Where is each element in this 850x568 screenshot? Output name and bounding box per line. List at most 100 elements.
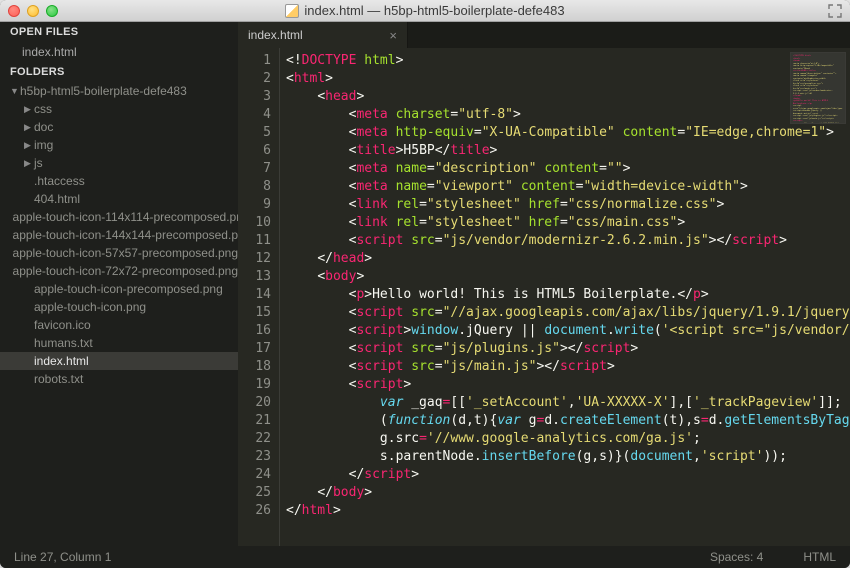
code-line[interactable]: <meta http-equiv="X-UA-Compatible" conte… (286, 124, 850, 142)
line-number[interactable]: 13 (238, 268, 271, 286)
code-line[interactable]: var _gaq=[['_setAccount','UA-XXXXX-X'],[… (286, 394, 850, 412)
fullscreen-icon[interactable] (828, 4, 842, 18)
minimize-icon[interactable] (27, 5, 39, 17)
file-item[interactable]: apple-touch-icon-57x57-precomposed.png (0, 244, 238, 262)
line-number[interactable]: 6 (238, 142, 271, 160)
code-line[interactable]: <script>window.jQuery || document.write(… (286, 322, 850, 340)
file-item[interactable]: apple-touch-icon-72x72-precomposed.png (0, 262, 238, 280)
line-gutter[interactable]: 1234567891011121314151617181920212223242… (238, 48, 280, 546)
maximize-icon[interactable] (46, 5, 58, 17)
file-item[interactable]: apple-touch-icon-114x114-precomposed.png (0, 208, 238, 226)
close-icon[interactable] (8, 5, 20, 17)
tree-item-label: apple-touch-icon-72x72-precomposed.png (13, 264, 238, 278)
minimap[interactable]: <!DOCTYPE html><html> <head> <meta chars… (790, 52, 846, 124)
folder-item[interactable]: ▼h5bp-html5-boilerplate-defe483 (0, 82, 238, 100)
line-number[interactable]: 4 (238, 106, 271, 124)
open-files-header[interactable]: OPEN FILES (0, 22, 238, 42)
code-line[interactable]: <link rel="stylesheet" href="css/normali… (286, 196, 850, 214)
titlebar[interactable]: index.html — h5bp-html5-boilerplate-defe… (0, 0, 850, 22)
line-number[interactable]: 20 (238, 394, 271, 412)
file-item[interactable]: apple-touch-icon-144x144-precomposed.png (0, 226, 238, 244)
tab-index-html[interactable]: index.html × (238, 22, 408, 48)
code-line[interactable]: <head> (286, 88, 850, 106)
code-line[interactable]: </body> (286, 484, 850, 502)
code-line[interactable]: <meta name="description" content=""> (286, 160, 850, 178)
code-line[interactable]: <meta name="viewport" content="width=dev… (286, 178, 850, 196)
open-file-item[interactable]: index.html (0, 42, 238, 62)
indent-status[interactable]: Spaces: 4 (710, 550, 763, 564)
code-line[interactable]: (function(d,t){var g=d.createElement(t),… (286, 412, 850, 430)
tree-item-label: h5bp-html5-boilerplate-defe483 (20, 84, 187, 98)
line-number[interactable]: 2 (238, 70, 271, 88)
line-number[interactable]: 16 (238, 322, 271, 340)
chevron-right-icon: ▶ (24, 158, 34, 169)
code-line[interactable]: <!DOCTYPE html> (286, 52, 850, 70)
code-line[interactable]: <script src="js/main.js"></script> (286, 358, 850, 376)
tab-bar[interactable]: index.html × (238, 22, 850, 48)
window-title: index.html — h5bp-html5-boilerplate-defe… (0, 3, 850, 18)
code-line[interactable]: <script src="//ajax.googleapis.com/ajax/… (286, 304, 850, 322)
line-number[interactable]: 9 (238, 196, 271, 214)
close-icon[interactable]: × (389, 28, 397, 43)
file-item[interactable]: .htaccess (0, 172, 238, 190)
line-number[interactable]: 11 (238, 232, 271, 250)
code-line[interactable]: <script src="js/plugins.js"></script> (286, 340, 850, 358)
line-number[interactable]: 8 (238, 178, 271, 196)
file-item[interactable]: humans.txt (0, 334, 238, 352)
code-line[interactable]: <html> (286, 70, 850, 88)
chevron-right-icon: ▶ (24, 140, 34, 151)
code-line[interactable]: s.parentNode.insertBefore(g,s)}(document… (286, 448, 850, 466)
file-item[interactable]: favicon.ico (0, 316, 238, 334)
line-number[interactable]: 18 (238, 358, 271, 376)
file-item[interactable]: robots.txt (0, 370, 238, 388)
line-number[interactable]: 7 (238, 160, 271, 178)
code-line[interactable]: </html> (286, 502, 850, 520)
line-number[interactable]: 25 (238, 484, 271, 502)
line-number[interactable]: 15 (238, 304, 271, 322)
spacer (24, 356, 34, 366)
code-line[interactable]: <script src="js/vendor/modernizr-2.6.2.m… (286, 232, 850, 250)
chevron-right-icon: ▶ (24, 104, 34, 115)
line-number[interactable]: 10 (238, 214, 271, 232)
spacer (24, 194, 34, 204)
line-number[interactable]: 21 (238, 412, 271, 430)
code-line[interactable]: <p>Hello world! This is HTML5 Boilerplat… (286, 286, 850, 304)
folder-item[interactable]: ▶js (0, 154, 238, 172)
tree-item-label: humans.txt (34, 336, 93, 350)
code-line[interactable]: </script> (286, 466, 850, 484)
code-line[interactable]: </head> (286, 250, 850, 268)
code-line[interactable]: <script> (286, 376, 850, 394)
line-number[interactable]: 12 (238, 250, 271, 268)
line-number[interactable]: 19 (238, 376, 271, 394)
traffic-lights (8, 5, 58, 17)
spacer (24, 338, 34, 348)
line-number[interactable]: 1 (238, 52, 271, 70)
line-number[interactable]: 3 (238, 88, 271, 106)
file-item[interactable]: 404.html (0, 190, 238, 208)
file-item[interactable]: apple-touch-icon.png (0, 298, 238, 316)
syntax-status[interactable]: HTML (803, 550, 836, 564)
window-title-text: index.html — h5bp-html5-boilerplate-defe… (304, 3, 564, 18)
file-item[interactable]: index.html (0, 352, 238, 370)
tree-item-label: robots.txt (34, 372, 83, 386)
code-line[interactable]: <meta charset="utf-8"> (286, 106, 850, 124)
folder-item[interactable]: ▶doc (0, 118, 238, 136)
line-number[interactable]: 23 (238, 448, 271, 466)
cursor-position[interactable]: Line 27, Column 1 (14, 550, 710, 564)
code-line[interactable]: <link rel="stylesheet" href="css/main.cs… (286, 214, 850, 232)
code-area[interactable]: <!DOCTYPE html><html> <head> <meta chars… (280, 48, 850, 546)
line-number[interactable]: 22 (238, 430, 271, 448)
code-line[interactable]: <body> (286, 268, 850, 286)
line-number[interactable]: 26 (238, 502, 271, 520)
code-line[interactable]: g.src='//www.google-analytics.com/ga.js'… (286, 430, 850, 448)
line-number[interactable]: 24 (238, 466, 271, 484)
file-item[interactable]: apple-touch-icon-precomposed.png (0, 280, 238, 298)
folder-item[interactable]: ▶img (0, 136, 238, 154)
line-number[interactable]: 5 (238, 124, 271, 142)
line-number[interactable]: 17 (238, 340, 271, 358)
editor[interactable]: 1234567891011121314151617181920212223242… (238, 48, 850, 546)
code-line[interactable]: <title>H5BP</title> (286, 142, 850, 160)
line-number[interactable]: 14 (238, 286, 271, 304)
folder-item[interactable]: ▶css (0, 100, 238, 118)
folders-header[interactable]: FOLDERS (0, 62, 238, 82)
